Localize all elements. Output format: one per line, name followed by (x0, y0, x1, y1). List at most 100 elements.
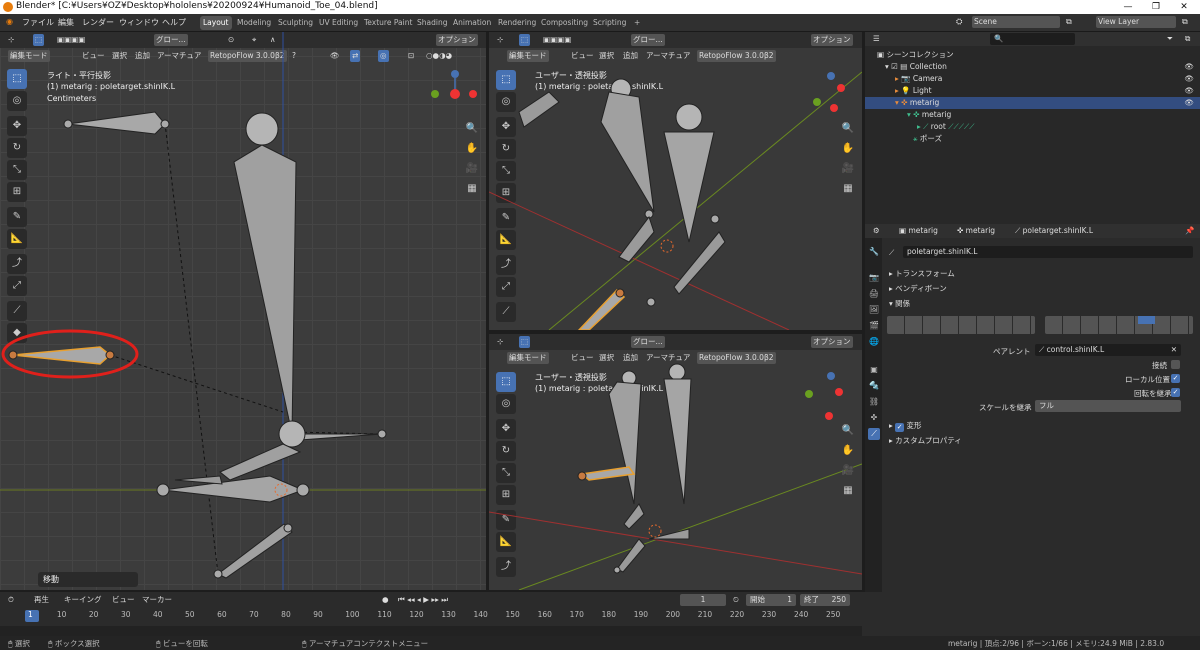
object-tab-icon[interactable]: ▣ (868, 364, 880, 376)
bone-layers-grid-left[interactable] (887, 316, 1035, 334)
visibility-eye-icon[interactable]: 👁 (1184, 97, 1194, 109)
tab-compositing[interactable]: Compositing (538, 16, 591, 30)
camera-view-icon[interactable]: 🎥 (839, 160, 857, 178)
blender-menu-icon[interactable]: ◉ (6, 17, 13, 26)
output-tab-icon[interactable]: 🖨 (868, 288, 880, 300)
bone-name-field[interactable]: poletarget.shinIK.L (903, 246, 1193, 258)
pose-row[interactable]: ⚹ ポーズ (865, 133, 1200, 145)
ortho-toggle-icon[interactable]: ▦ (839, 482, 857, 500)
tab-modeling[interactable]: Modeling (234, 16, 274, 30)
clock-icon[interactable]: ⏲ (731, 594, 741, 606)
scene-collection-row[interactable]: ▣ シーンコレクション (865, 49, 1200, 61)
menu-edit[interactable]: 編集 (58, 17, 74, 28)
playback-menu[interactable]: 再生 (32, 594, 51, 606)
tab-sculpting[interactable]: Sculpting (275, 16, 316, 30)
visibility-eye-icon[interactable]: 👁 (1184, 61, 1194, 73)
new-scene-icon[interactable]: ⧉ (1066, 17, 1072, 27)
menu-window[interactable]: ウィンドウ (119, 17, 159, 28)
menu-help[interactable]: ヘルプ (162, 17, 186, 28)
outliner-search-input[interactable]: 🔍 (990, 33, 1075, 45)
custom-props-panel-header[interactable]: ▸ カスタムプロパティ (889, 435, 962, 446)
render-tab-icon[interactable]: 📷 (868, 272, 880, 284)
camera-view-icon[interactable]: 🎥 (839, 462, 857, 480)
scene-icon[interactable]: ⛭ (956, 17, 962, 27)
filter-icon[interactable]: ⏷ (1165, 33, 1175, 45)
minimize-button[interactable]: — (1114, 0, 1142, 14)
properties-tabs: 🔧 📷 🖨 🖼 🎬 🌐 ▣ 🔩 ⛓ ✜ ⟋ (865, 238, 882, 636)
outliner-editor-icon[interactable]: ☰ (871, 33, 882, 45)
zoom-icon[interactable]: 🔍 (839, 120, 857, 138)
properties-editor-icon[interactable]: ⚙ (871, 225, 882, 237)
timeline-scrollbar[interactable] (0, 626, 862, 636)
last-operator-panel[interactable]: 移動 (38, 572, 138, 587)
pan-hand-icon[interactable]: ✋ (839, 140, 857, 158)
parent-field[interactable]: ⟋ control.shinIK.L ✕ (1035, 344, 1181, 356)
view-layer-tab-icon[interactable]: 🖼 (868, 304, 880, 316)
bendy-bones-panel-header[interactable]: ▸ ベンディボーン (889, 283, 947, 294)
viewport-right-top[interactable]: ⊹ ⬚ ▣▣▣▣ グロー... オプション 編集モード ビュー 選択 追加 アー… (489, 32, 862, 330)
timeline-editor-icon[interactable]: ⏱ (6, 594, 16, 606)
tool-tab-icon[interactable]: 🔧 (868, 246, 880, 258)
tab-layout[interactable]: Layout (200, 16, 232, 30)
bone-tab-icon[interactable]: ⟋ (868, 428, 880, 440)
modifier-tab-icon[interactable]: 🔩 (868, 380, 880, 392)
tab-rendering[interactable]: Rendering (495, 16, 539, 30)
world-tab-icon[interactable]: 🌐 (868, 336, 880, 348)
viewport-left[interactable]: ⊹ ⬚ ▣▣▣▣ グロー... ⊙ ⌖ ∧ オプション 編集モード ビュー 選択… (0, 32, 486, 590)
start-frame-field[interactable]: 開始 1 (746, 594, 796, 606)
keying-menu[interactable]: キーイング (62, 594, 104, 606)
timeline-tick-label: 250 (826, 610, 841, 619)
inherit-scale-dropdown[interactable]: フル (1035, 400, 1181, 412)
bone-joint (675, 103, 703, 131)
deform-panel-header[interactable]: ▸ ✓ 変形 (889, 420, 922, 432)
collection-row[interactable]: ▾ ☑ ▤ Collection 👁 (865, 61, 1200, 73)
viewport-right-bottom[interactable]: ⊹ ⬚ グロー... オプション 編集モード ビュー 選択 追加 アーマチュア … (489, 334, 862, 590)
armature-data-tab-icon[interactable]: ✜ (868, 412, 880, 424)
view-layer-selector[interactable]: View Layer (1096, 16, 1176, 28)
camera-view-icon[interactable]: 🎥 (463, 160, 481, 178)
bone-layers-grid-right[interactable] (1045, 316, 1193, 334)
inherit-rotation-checkbox[interactable]: ✓ (1171, 388, 1180, 397)
ortho-toggle-icon[interactable]: ▦ (463, 180, 481, 198)
tab-texture-paint[interactable]: Texture Paint (361, 16, 415, 30)
pan-hand-icon[interactable]: ✋ (839, 442, 857, 460)
root-bone-row[interactable]: ▸ ⟋ root ⟋⟋⟋⟋⟋ (865, 121, 1200, 133)
zoom-icon[interactable]: 🔍 (463, 120, 481, 138)
ortho-toggle-icon[interactable]: ▦ (839, 180, 857, 198)
pan-hand-icon[interactable]: ✋ (463, 140, 481, 158)
connected-checkbox[interactable] (1171, 360, 1180, 369)
transform-panel-header[interactable]: ▸ トランスフォーム (889, 268, 955, 279)
constraints-tab-icon[interactable]: ⛓ (868, 396, 880, 408)
visibility-eye-icon[interactable]: 👁 (1184, 73, 1194, 85)
menu-file[interactable]: ファイル (22, 17, 54, 28)
pin-icon[interactable]: 📌 (1183, 225, 1196, 237)
metarig-data-row[interactable]: ▾ ✜ metarig (865, 109, 1200, 121)
tab-scripting[interactable]: Scripting (590, 16, 629, 30)
marker-menu[interactable]: マーカー (140, 594, 174, 606)
camera-row[interactable]: ▸ 📷 Camera 👁 (865, 73, 1200, 85)
current-frame-field[interactable]: 1 (680, 594, 726, 606)
light-row[interactable]: ▸ 💡 Light 👁 (865, 85, 1200, 97)
close-button[interactable]: ✕ (1170, 0, 1198, 14)
tab-shading[interactable]: Shading (414, 16, 450, 30)
tab-uv-editing[interactable]: UV Editing (316, 16, 361, 30)
bone-layer-active[interactable] (1138, 316, 1155, 324)
add-workspace-button[interactable]: + (631, 16, 643, 30)
scene-tab-icon[interactable]: 🎬 (868, 320, 880, 332)
relations-panel-header[interactable]: ▾ 関係 (889, 298, 910, 309)
playback-controls-icons[interactable]: ⏮ ◂◂ ◂ ▶ ▸▸ ⏭ (396, 594, 450, 606)
tab-animation[interactable]: Animation (450, 16, 494, 30)
scene-selector[interactable]: Scene (972, 16, 1060, 28)
new-collection-icon[interactable]: ⧉ (1183, 33, 1192, 45)
menu-render[interactable]: レンダー (82, 17, 114, 28)
metarig-object-row[interactable]: ▾ ✜ metarig 👁 (865, 97, 1200, 109)
maximize-button[interactable]: ❐ (1142, 0, 1170, 14)
local-location-checkbox[interactable]: ✓ (1171, 374, 1180, 383)
view-menu[interactable]: ビュー (110, 594, 137, 606)
end-frame-field[interactable]: 終了 250 (800, 594, 850, 606)
record-icon[interactable]: ● (380, 594, 391, 606)
visibility-eye-icon[interactable]: 👁 (1184, 85, 1194, 97)
new-view-layer-icon[interactable]: ⧉ (1182, 17, 1188, 27)
zoom-icon[interactable]: 🔍 (839, 422, 857, 440)
gizmo-z-axis (451, 70, 459, 78)
